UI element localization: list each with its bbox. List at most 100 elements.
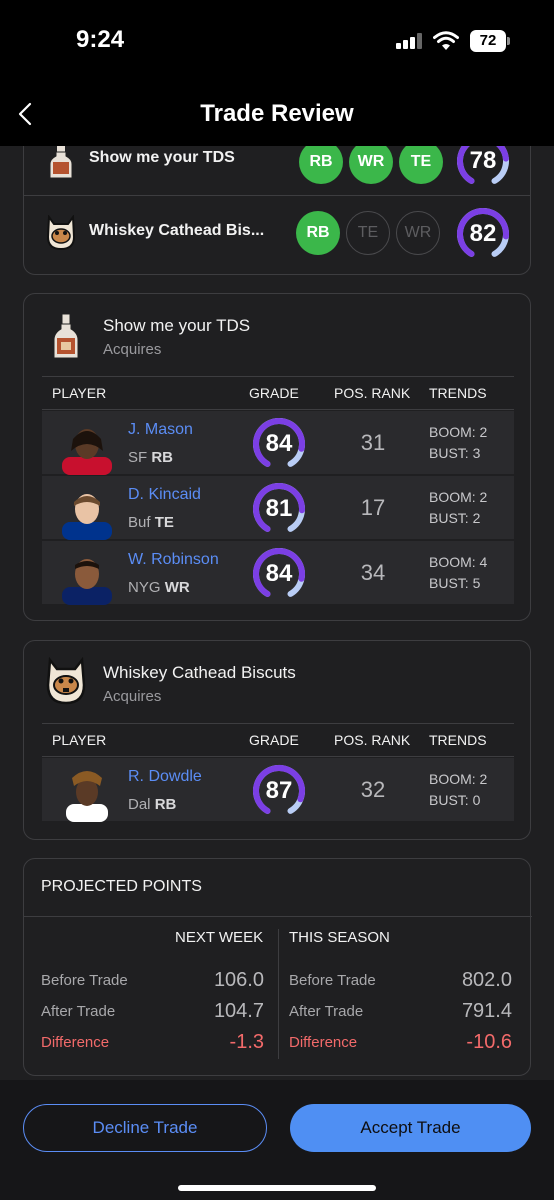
grade-gauge: 81: [252, 482, 306, 536]
after-trade-label: After Trade: [289, 1003, 364, 1020]
summary-row-team-2: Whiskey Cathead Bis... RB TE WR 82: [24, 203, 530, 263]
bust-count: BUST: 3: [429, 445, 481, 461]
col-trends: TRENDS: [429, 385, 487, 401]
position-chip: WR: [349, 140, 393, 184]
summary-team-name: Show me your TDS: [89, 149, 235, 166]
col-player: PLAYER: [52, 385, 107, 401]
grade-gauge: 84: [252, 547, 306, 601]
battery-cap: [507, 37, 510, 45]
player-name-link[interactable]: R. Dowdle: [128, 768, 202, 786]
bottle-logo-icon: [53, 314, 79, 359]
next-week-after-value: 104.7: [213, 1000, 264, 1022]
player-name-link[interactable]: J. Mason: [128, 421, 193, 439]
this-season-after-value: 791.4: [461, 1000, 512, 1022]
after-trade-label: After Trade: [41, 1003, 116, 1020]
acquires-team-name: Whiskey Cathead Biscuts: [103, 663, 296, 682]
page-title: Trade Review: [200, 100, 354, 127]
cellular-signal-icon: [396, 33, 422, 49]
accept-trade-button[interactable]: Accept Trade: [290, 1104, 531, 1152]
position-abbr: TE: [154, 514, 174, 531]
bust-count: BUST: 0: [429, 792, 481, 808]
acquires-card-team-2: Whiskey Cathead Biscuts Acquires PLAYER …: [23, 640, 531, 840]
col-player: PLAYER: [52, 732, 107, 748]
position-chip: TE: [399, 140, 443, 184]
position-chip: WR: [396, 211, 440, 255]
nav-bar: Trade Review: [0, 80, 554, 146]
boom-count: BOOM: 2: [429, 424, 488, 440]
player-avatar: [62, 559, 112, 605]
position-chip: RB: [296, 211, 340, 255]
player-row[interactable]: D. Kincaid Buf TE 81 17 BOOM: 2 BUST: 2: [42, 476, 514, 540]
grade-value: 78: [469, 147, 497, 174]
pos-rank-value: 31: [360, 430, 386, 455]
acquires-card-team-1: Show me your TDS Acquires PLAYER GRADE P…: [23, 293, 531, 621]
grade-gauge: 82: [456, 207, 510, 261]
status-bar: 9:24 72: [0, 0, 554, 80]
grade-value: 84: [265, 430, 293, 457]
grade-gauge: 84: [252, 417, 306, 471]
cat-logo-icon: [46, 657, 86, 705]
position-abbr: RB: [151, 449, 174, 466]
grade-value: 84: [265, 560, 293, 587]
col-pos-rank: POS. RANK: [334, 732, 411, 748]
position-abbr: RB: [154, 796, 177, 813]
pos-rank-value: 32: [360, 777, 386, 802]
decline-trade-button[interactable]: Decline Trade: [23, 1104, 267, 1152]
projected-points-card: PROJECTED POINTS NEXT WEEK Before Trade …: [23, 858, 532, 1076]
grade-value: 81: [265, 495, 293, 522]
bust-count: BUST: 5: [429, 575, 481, 591]
player-avatar: [62, 429, 112, 475]
position-chip: RB: [299, 140, 343, 184]
wifi-icon: [433, 31, 459, 50]
this-season-before-value: 802.0: [461, 969, 512, 991]
divider: [24, 916, 532, 917]
player-row[interactable]: W. Robinson NYG WR 84 34 BOOM: 4 BUST: 5: [42, 541, 514, 605]
this-season-difference-value: -10.6: [466, 1031, 512, 1053]
team-abbr: Buf: [128, 514, 151, 531]
player-name-link[interactable]: D. Kincaid: [128, 486, 201, 504]
boom-count: BOOM: 4: [429, 554, 488, 570]
player-row[interactable]: J. Mason SF RB 84 31 BOOM: 2 BUST: 3: [42, 411, 514, 475]
player-name-link[interactable]: W. Robinson: [128, 551, 219, 569]
player-avatar: [66, 771, 108, 822]
col-trends: TRENDS: [429, 732, 487, 748]
pos-rank-value: 17: [360, 495, 386, 520]
bust-count: BUST: 2: [429, 510, 481, 526]
acquires-header: Whiskey Cathead Biscuts Acquires: [24, 641, 532, 723]
player-team: Dal RB: [128, 796, 176, 813]
before-trade-label: Before Trade: [289, 972, 376, 989]
next-week-header: NEXT WEEK: [175, 929, 264, 946]
boom-count: BOOM: 2: [429, 771, 488, 787]
player-row[interactable]: R. Dowdle Dal RB 87 32 BOOM: 2 BUST: 0: [42, 758, 514, 822]
pos-rank-value: 34: [360, 560, 386, 585]
player-team: Buf TE: [128, 514, 174, 531]
next-week-before-value: 106.0: [213, 969, 264, 991]
home-indicator[interactable]: [178, 1185, 376, 1191]
player-team: SF RB: [128, 449, 173, 466]
difference-label: Difference: [289, 1034, 358, 1051]
position-abbr: WR: [164, 579, 190, 596]
col-pos-rank: POS. RANK: [334, 385, 411, 401]
col-grade: GRADE: [249, 732, 299, 748]
next-week-difference-value: -1.3: [229, 1031, 264, 1053]
acquires-subtitle: Acquires: [103, 688, 162, 705]
before-trade-label: Before Trade: [41, 972, 128, 989]
acquires-header: Show me your TDS Acquires: [24, 294, 532, 376]
table-header: PLAYER GRADE POS. RANK TRENDS: [42, 376, 514, 410]
team-abbr: SF: [128, 449, 148, 466]
acquires-team-name: Show me your TDS: [103, 316, 251, 335]
team-abbr: Dal: [128, 796, 151, 813]
this-season-header: THIS SEASON: [289, 929, 390, 946]
projected-points-title: PROJECTED POINTS: [41, 878, 202, 895]
action-footer: Decline Trade Accept Trade: [0, 1080, 554, 1200]
team-abbr: NYG: [128, 579, 161, 596]
position-chip: TE: [346, 211, 390, 255]
grade-value: 82: [469, 220, 497, 247]
cat-logo-icon: [46, 215, 76, 251]
summary-divider: [24, 195, 530, 196]
battery-icon: 72: [470, 30, 506, 52]
column-divider: [278, 929, 279, 1059]
col-grade: GRADE: [249, 385, 299, 401]
acquires-subtitle: Acquires: [103, 341, 162, 358]
player-team: NYG WR: [128, 579, 190, 596]
